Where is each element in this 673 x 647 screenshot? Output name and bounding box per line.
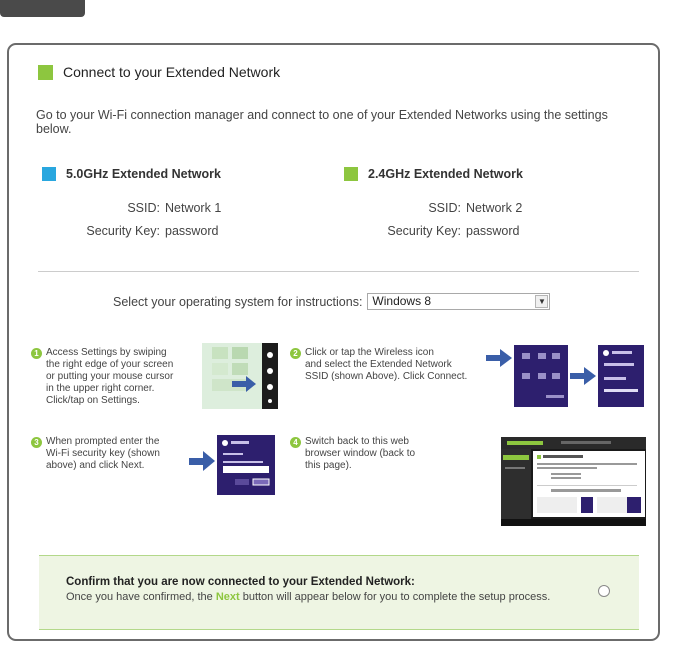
- network-5ghz-title: 5.0GHz Extended Network: [66, 167, 221, 181]
- os-select[interactable]: Windows 8 ▼: [367, 293, 551, 310]
- network-24ghz-marker: [344, 167, 358, 181]
- confirm-radio[interactable]: [598, 585, 610, 597]
- ssid-label: SSID:: [428, 201, 461, 215]
- network-24ghz-ssid: SSID: Network 2: [380, 201, 522, 215]
- confirm-sub-next: Next: [215, 591, 240, 603]
- network-5ghz-ssid: SSID: Network 1: [79, 201, 221, 215]
- os-select-value: Windows 8: [372, 294, 432, 308]
- browser-window-image: [501, 437, 646, 526]
- confirm-title: Confirm that you are now connected to yo…: [66, 576, 415, 588]
- step-1-number: 1: [31, 348, 42, 359]
- key-label: Security Key:: [387, 224, 461, 238]
- step-3: 3 When prompted enter the Wi-Fi security…: [31, 436, 160, 472]
- step-1-text: Access Settings by swiping the right edg…: [46, 347, 174, 406]
- step-1: 1 Access Settings by swiping the right e…: [31, 347, 173, 407]
- ssid-value: Network 2: [466, 201, 523, 215]
- heading-row: Connect to your Extended Network: [38, 64, 280, 80]
- connect-card: Connect to your Extended Network Go to y…: [7, 43, 660, 641]
- network-24ghz-title: 2.4GHz Extended Network: [368, 167, 523, 181]
- win8-wireless-panel-image: [486, 345, 644, 407]
- network-5ghz-marker: [42, 167, 56, 181]
- confirm-box: Confirm that you are now connected to yo…: [39, 555, 639, 630]
- divider: [38, 271, 639, 272]
- network-24ghz: 2.4GHz Extended Network: [344, 167, 523, 181]
- step-3-text: When prompted enter the Wi-Fi security k…: [46, 436, 160, 471]
- confirm-sub-after: button will appear below for you to comp…: [239, 591, 551, 603]
- step-2-number: 2: [290, 348, 301, 359]
- network-5ghz-key: Security Key: password: [79, 224, 219, 238]
- step-4: 4 Switch back to this web browser window…: [290, 436, 415, 472]
- confirm-subtext: Once you have confirmed, the Next button…: [66, 591, 550, 603]
- step-3-number: 3: [31, 437, 42, 448]
- network-24ghz-key: Security Key: password: [380, 224, 520, 238]
- top-tab: [0, 0, 85, 17]
- step-4-number: 4: [290, 437, 301, 448]
- network-5ghz: 5.0GHz Extended Network: [42, 167, 221, 181]
- win8-security-key-image: [189, 435, 275, 495]
- step-4-text: Switch back to this web browser window (…: [305, 436, 416, 471]
- intro-text: Go to your Wi-Fi connection manager and …: [36, 108, 608, 136]
- key-label: Security Key:: [86, 224, 160, 238]
- chevron-down-icon[interactable]: ▼: [535, 295, 549, 308]
- step-4-screenshot: [501, 437, 646, 526]
- heading-marker: [38, 64, 53, 80]
- win8-start-screen-image: [202, 343, 278, 409]
- confirm-sub-before: Once you have confirmed, the: [66, 591, 216, 603]
- step-2-text: Click or tap the Wireless icon and selec…: [305, 347, 468, 382]
- step-3-screenshot: [189, 435, 275, 495]
- step-2-screenshot: [486, 343, 644, 409]
- ssid-value: Network 1: [165, 201, 222, 215]
- os-select-row: Select your operating system for instruc…: [113, 293, 551, 310]
- ssid-label: SSID:: [127, 201, 160, 215]
- step-1-screenshot: [202, 343, 278, 409]
- os-select-label: Select your operating system for instruc…: [113, 294, 363, 309]
- key-value: password: [466, 224, 520, 238]
- key-value: password: [165, 224, 219, 238]
- page-title: Connect to your Extended Network: [63, 64, 281, 80]
- step-2: 2 Click or tap the Wireless icon and sel…: [290, 347, 467, 383]
